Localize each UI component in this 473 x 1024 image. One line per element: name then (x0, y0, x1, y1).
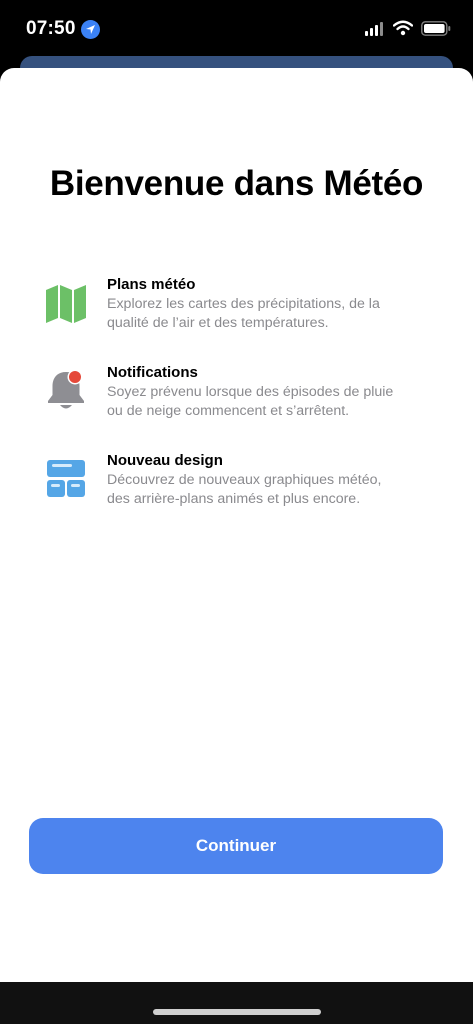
page-title: Bienvenue dans Météo (49, 164, 424, 203)
bottom-bar (0, 982, 473, 1024)
widgets-layout-icon (47, 460, 85, 497)
welcome-sheet: Bienvenue dans Météo Plans météo Explore… (0, 68, 473, 982)
home-indicator[interactable] (153, 1009, 321, 1015)
feature-description-line: qualité de l’air et des températures. (107, 315, 329, 331)
feature-title: Plans météo (107, 276, 196, 293)
feature-description-line: ou de neige commencent et s’arrêtent. (107, 403, 350, 419)
location-arrow-icon (81, 20, 100, 39)
map-icon (46, 285, 86, 323)
status-bar: 07:50 (0, 0, 473, 62)
cellular-signal-icon (365, 22, 383, 36)
feature-description-line: Découvrez de nouveaux graphiques météo, (107, 472, 382, 488)
feature-text: Nouveau design Découvrez de nouveaux gra… (107, 452, 437, 509)
feature-description-line: Explorez les cartes des précipitations, … (107, 296, 380, 312)
feature-title: Notifications (107, 364, 198, 381)
status-time: 07:50 (26, 18, 76, 39)
feature-text: Plans météo Explorez les cartes des préc… (107, 276, 437, 333)
feature-description: Soyez prévenu lorsque des épisodes de pl… (107, 383, 437, 421)
continue-button[interactable]: Continuer (29, 818, 443, 874)
wifi-icon (393, 20, 413, 36)
bell-badge-icon (48, 369, 84, 409)
screen: 07:50 Bienvenue dans Météo Plans météo E… (0, 0, 473, 1024)
feature-description: Découvrez de nouveaux graphiques météo, … (107, 471, 437, 509)
feature-description: Explorez les cartes des précipitations, … (107, 295, 437, 333)
feature-title: Nouveau design (107, 452, 223, 469)
feature-description-line: Soyez prévenu lorsque des épisodes de pl… (107, 384, 394, 400)
feature-text: Notifications Soyez prévenu lorsque des … (107, 364, 437, 421)
feature-description-line: des arrière-plans animés et plus encore. (107, 491, 361, 507)
battery-icon (421, 21, 451, 36)
